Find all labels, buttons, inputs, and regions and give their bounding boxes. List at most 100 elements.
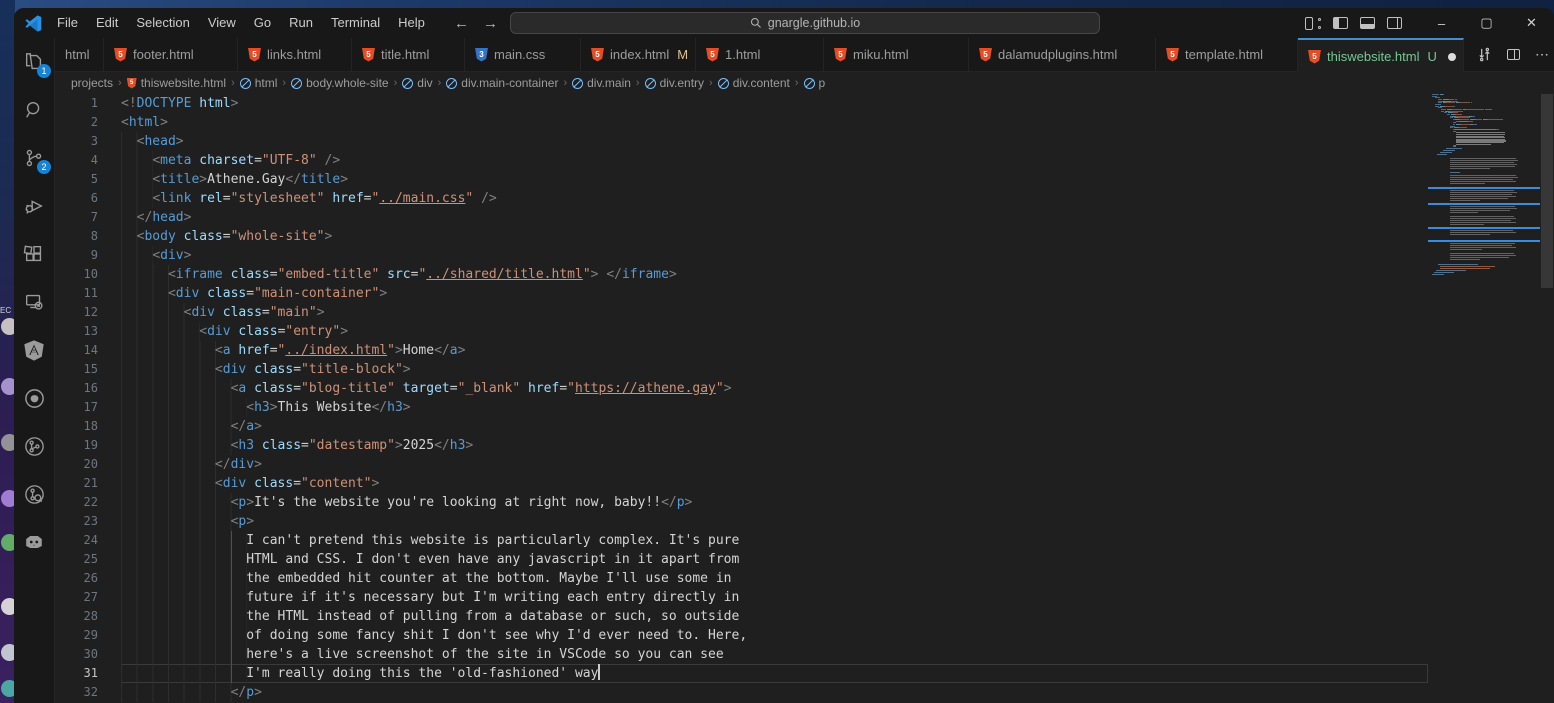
code-line-31: 31 I'm really doing this the 'old-fashio… (55, 664, 1428, 683)
search-icon[interactable] (21, 97, 47, 123)
git-status-badge: M (677, 47, 688, 62)
breadcrumb-item-div-content[interactable]: div.content (717, 76, 791, 90)
breadcrumb-label: projects (71, 76, 113, 90)
breadcrumb-item-div-main-container[interactable]: div.main-container (445, 76, 559, 90)
line-content: I can't pretend this website is particul… (121, 531, 1428, 550)
customize-layout-icon[interactable] (1305, 17, 1321, 30)
menu-view[interactable]: View (199, 8, 245, 38)
tab-label: miku.html (853, 47, 909, 62)
toggle-primary-sidebar-icon[interactable] (1333, 17, 1348, 29)
tab-main-css[interactable]: 3main.css (465, 38, 581, 71)
nav-back-button[interactable]: ← (454, 15, 469, 32)
tab-thiswebsite-html[interactable]: 5thiswebsite.htmlU (1298, 38, 1464, 73)
menu-go[interactable]: Go (245, 8, 280, 38)
breadcrumb-item-thiswebsite-html[interactable]: 5thiswebsite.html (126, 76, 227, 90)
minimap[interactable] (1428, 94, 1540, 703)
breadcrumb-item-p[interactable]: p (803, 76, 827, 90)
code-line-21: 21 <div class="content"> (55, 474, 1428, 493)
tab-footer-html[interactable]: 5footer.html (104, 38, 238, 71)
line-number: 8 (55, 227, 121, 246)
tab-html[interactable]: html (55, 38, 104, 71)
menu-selection[interactable]: Selection (127, 8, 198, 38)
breadcrumb-item-div-main[interactable]: div.main (571, 76, 632, 90)
source-control-graph-icon[interactable] (21, 433, 47, 459)
symbol-element-icon (718, 78, 729, 89)
line-content: </a> (121, 417, 1428, 436)
explorer-icon[interactable]: 1 (21, 49, 47, 75)
menu-file[interactable]: File (48, 8, 87, 38)
desktop-icon (1, 378, 15, 395)
github-icon[interactable] (21, 385, 47, 411)
symbol-element-icon (572, 78, 583, 89)
tab-label: thiswebsite.html (1327, 49, 1419, 64)
remote-explorer-icon[interactable] (21, 289, 47, 315)
html-file-icon: 5 (114, 48, 127, 62)
toggle-secondary-sidebar-icon[interactable] (1387, 17, 1402, 29)
breadcrumb-item-div-entry[interactable]: div.entry (644, 76, 705, 90)
symbol-element-icon (645, 78, 656, 89)
nav-forward-button[interactable]: → (483, 15, 498, 32)
line-content: <div class="entry"> (121, 322, 1428, 341)
close-button[interactable]: ✕ (1509, 8, 1554, 38)
godot-tools-icon[interactable] (21, 529, 47, 555)
desktop-icon (1, 644, 15, 661)
tab-miku-html[interactable]: 5 miku.html (824, 38, 969, 71)
breadcrumb-item-body-whole-site[interactable]: body.whole-site (290, 76, 390, 90)
open-changes-icon[interactable] (1477, 47, 1492, 62)
minimize-button[interactable]: – (1419, 8, 1464, 38)
menu-terminal[interactable]: Terminal (322, 8, 389, 38)
tab-label: html (65, 47, 90, 62)
breadcrumb-item-html[interactable]: html (239, 76, 279, 90)
desktop: { "titlebar": { "menus": ["File","Edit",… (0, 0, 1554, 703)
unsaved-dot-icon[interactable] (1448, 53, 1456, 61)
code-line-28: 28 the HTML instead of pulling from a da… (55, 607, 1428, 626)
breadcrumb-label: div.main (587, 76, 631, 90)
split-editor-icon[interactable] (1507, 49, 1520, 60)
code-line-7: 7 </head> (55, 208, 1428, 227)
source-control-icon[interactable]: 2 (21, 145, 47, 171)
code-line-8: 8 <body class="whole-site"> (55, 227, 1428, 246)
tab-label: links.html (267, 47, 321, 62)
line-content: <body class="whole-site"> (121, 227, 1428, 246)
tab-dalamudplugins-html[interactable]: 5dalamudplugins.html (969, 38, 1156, 71)
symbol-element-icon (240, 78, 251, 89)
line-content: <title>Athene.Gay</title> (121, 170, 1428, 189)
tab-links-html[interactable]: 5links.html (238, 38, 352, 71)
angular-extension-icon[interactable] (21, 337, 47, 363)
line-content: <h3>This Website</h3> (121, 398, 1428, 417)
line-content: the HTML instead of pulling from a datab… (121, 607, 1428, 626)
breadcrumb-label: p (819, 76, 826, 90)
gitlens-icon[interactable] (21, 481, 47, 507)
desktop-icon (1, 318, 15, 335)
toggle-panel-icon[interactable] (1360, 17, 1375, 29)
run-and-debug-icon[interactable] (21, 193, 47, 219)
workspace-title: gnargle.github.io (768, 16, 860, 30)
more-actions-icon[interactable]: ⋯ (1535, 46, 1550, 63)
extensions-icon[interactable] (21, 241, 47, 267)
tab-label: index.html (610, 47, 669, 62)
menu-help[interactable]: Help (389, 8, 434, 38)
line-content: I'm really doing this the 'old-fashioned… (121, 664, 1428, 683)
editor-scrollbar[interactable] (1540, 94, 1554, 703)
tab-1-html[interactable]: 51.html (696, 38, 824, 71)
html-file-icon: 5 (1308, 50, 1321, 64)
tab-template-html[interactable]: 5template.html (1156, 38, 1298, 71)
line-number: 3 (55, 132, 121, 151)
scrollbar-slider[interactable] (1541, 94, 1553, 288)
maximize-button[interactable]: ▢ (1464, 8, 1509, 38)
line-number: 5 (55, 170, 121, 189)
tab-index-html[interactable]: 5index.htmlM (581, 38, 696, 71)
activity-bar: 1 2 (14, 38, 55, 703)
menu-run[interactable]: Run (280, 8, 322, 38)
breadcrumb-item-projects[interactable]: projects (70, 76, 114, 90)
line-content: <!DOCTYPE html> (121, 94, 1428, 113)
breadcrumb-item-div[interactable]: div (401, 76, 433, 90)
breadcrumb-label: div.content (733, 76, 790, 90)
html-file-icon: 5 (834, 48, 847, 62)
breadcrumb-label: body.whole-site (306, 76, 389, 90)
command-center-search[interactable]: gnargle.github.io (510, 12, 1100, 34)
code-editor[interactable]: 1<!DOCTYPE html>2<html>3 <head>4 <meta c… (55, 94, 1554, 703)
menu-edit[interactable]: Edit (87, 8, 127, 38)
line-number: 30 (55, 645, 121, 664)
tab-title-html[interactable]: 5title.html (352, 38, 465, 71)
